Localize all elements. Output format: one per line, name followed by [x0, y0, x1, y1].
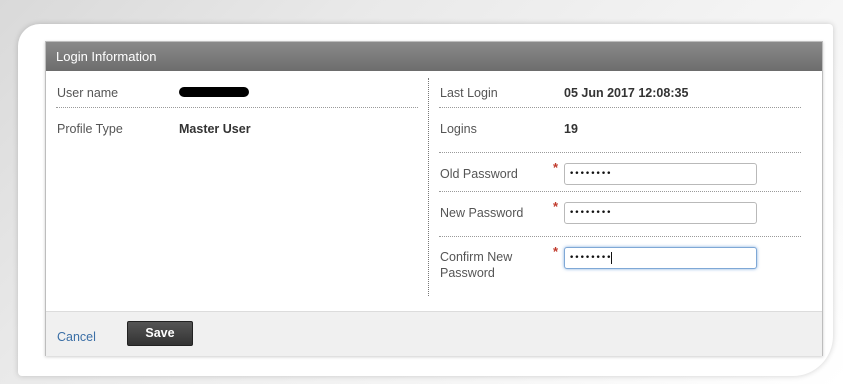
row-separator — [439, 107, 801, 108]
profile-type-value: Master User — [179, 122, 251, 136]
row-separator — [439, 191, 801, 192]
required-marker: * — [553, 244, 559, 259]
column-divider — [428, 78, 429, 296]
last-login-value: 05 Jun 2017 12:08:35 — [564, 86, 689, 100]
new-password-label: New Password — [440, 206, 524, 220]
confirm-password-label: Confirm New Password — [440, 250, 513, 280]
confirm-password-input[interactable]: •••••••• — [564, 247, 757, 269]
old-password-input[interactable]: •••••••• — [564, 163, 757, 185]
row-separator — [439, 152, 801, 153]
text-cursor — [611, 251, 613, 264]
profile-type-label: Profile Type — [57, 122, 123, 136]
login-information-panel: Login Information User name Profile Type… — [45, 41, 823, 356]
old-password-label: Old Password — [440, 167, 518, 181]
cancel-link[interactable]: Cancel — [57, 330, 96, 344]
save-button[interactable]: Save — [127, 321, 193, 346]
account-details: User name Profile Type Master User — [46, 71, 428, 311]
new-password-input[interactable]: •••••••• — [564, 202, 757, 224]
row-separator — [56, 107, 418, 108]
row-separator — [439, 236, 801, 237]
username-label: User name — [57, 86, 119, 100]
username-redaction — [179, 87, 249, 97]
panel-title: Login Information — [46, 42, 822, 71]
last-login-label: Last Login — [440, 86, 498, 100]
required-marker: * — [553, 160, 559, 175]
form-footer: Cancel Save — [46, 311, 822, 356]
logins-label: Logins — [440, 122, 477, 136]
confirm-password-value: •••••••• — [569, 253, 612, 263]
required-marker: * — [553, 199, 559, 214]
logins-value: 19 — [564, 122, 578, 136]
